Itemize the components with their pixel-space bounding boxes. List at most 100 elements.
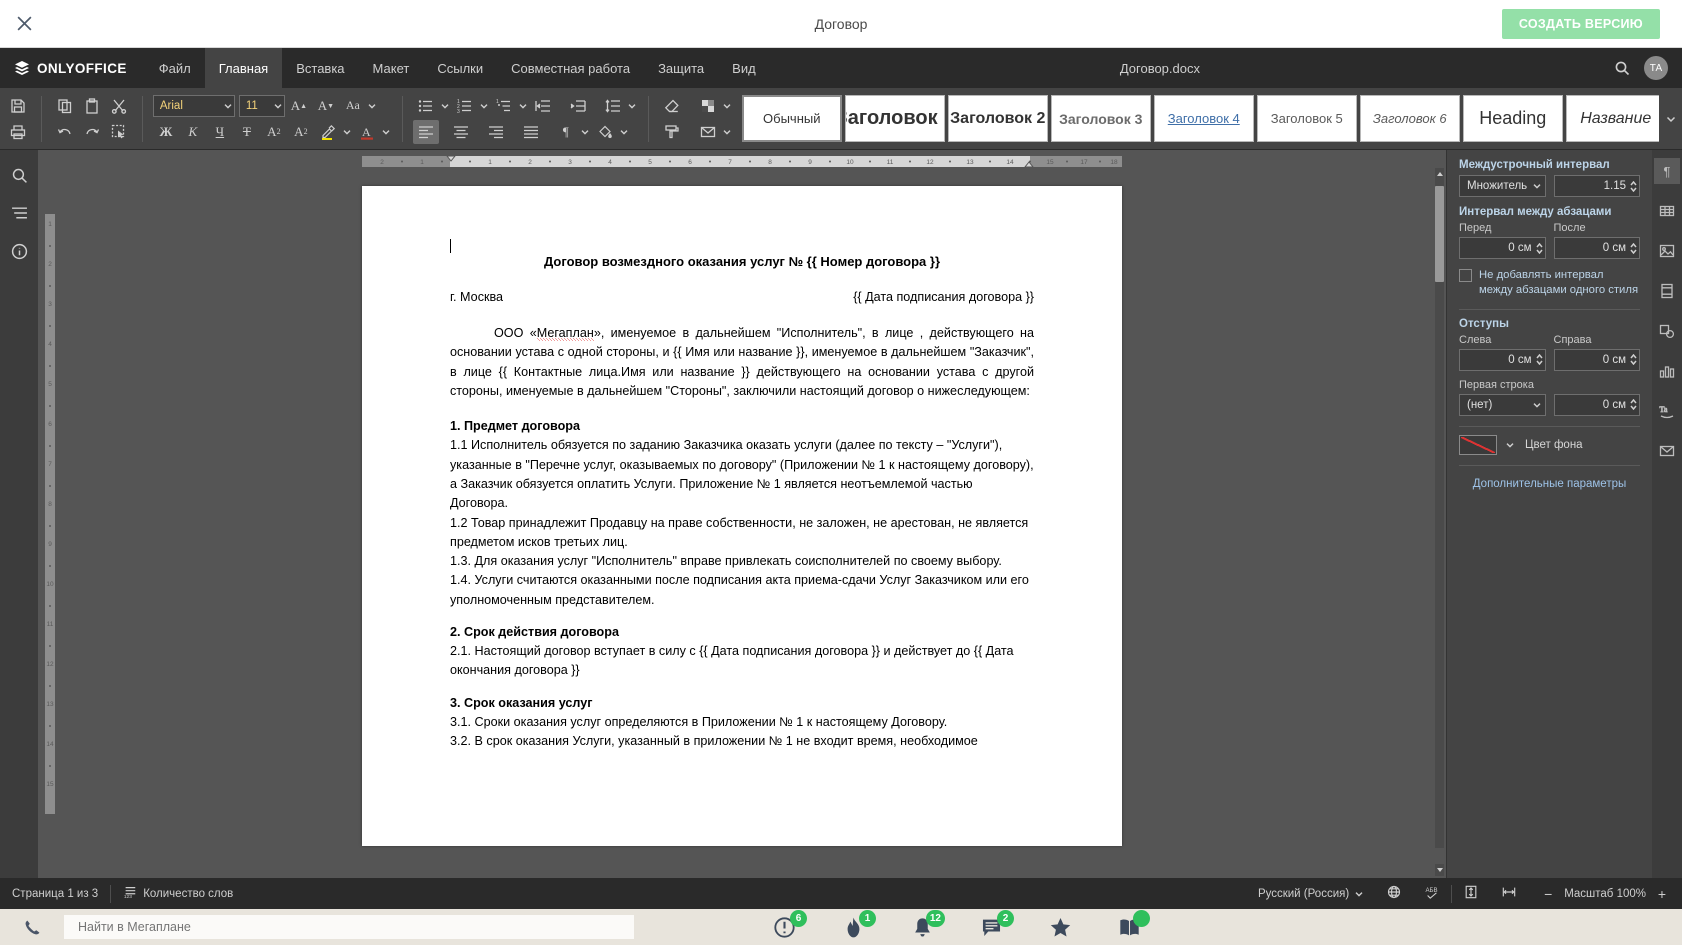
- style-title[interactable]: Название: [1565, 95, 1660, 142]
- line-spacing-button[interactable]: [600, 94, 626, 118]
- first-line-indent-marker[interactable]: [444, 155, 458, 168]
- menu-item-home[interactable]: Главная: [204, 48, 283, 88]
- menu-item-layout[interactable]: Макет: [359, 48, 424, 88]
- clear-formatting-button[interactable]: [659, 94, 685, 118]
- format-painter-button[interactable]: [106, 120, 132, 144]
- tab-paragraph-settings[interactable]: ¶: [1654, 158, 1680, 184]
- show-formatting-marks-button[interactable]: ¶: [553, 120, 579, 144]
- notifications-button[interactable]: 12: [912, 909, 945, 938]
- find-replace-button[interactable]: [6, 162, 32, 188]
- mail-merge-button[interactable]: [695, 120, 721, 144]
- tab-header-footer-settings[interactable]: [1654, 278, 1680, 304]
- shading-color-button[interactable]: [592, 120, 618, 144]
- change-case-button[interactable]: Aa: [340, 94, 366, 118]
- tab-image-settings[interactable]: [1654, 238, 1680, 264]
- scroll-down-button[interactable]: [1435, 864, 1444, 876]
- bullet-list-button[interactable]: [413, 94, 439, 118]
- menu-item-view[interactable]: Вид: [718, 48, 770, 88]
- vertical-ruler[interactable]: 123 456 789 10 11 12 13 14 15: [44, 172, 56, 878]
- favorites-button[interactable]: [1050, 917, 1071, 938]
- alert-button[interactable]: 6: [774, 909, 807, 938]
- increase-font-size-button[interactable]: A ▲: [286, 94, 312, 118]
- style-heading-1[interactable]: Заголовок 1: [844, 95, 945, 142]
- style-gallery-expand-button[interactable]: [1659, 95, 1682, 142]
- cut-button[interactable]: [106, 94, 132, 118]
- avatar[interactable]: ТА: [1644, 56, 1668, 80]
- spacing-before-input[interactable]: 0 см: [1459, 237, 1546, 259]
- spacing-after-input[interactable]: 0 см: [1553, 237, 1640, 259]
- background-color-swatch[interactable]: [1459, 434, 1497, 455]
- knowledge-base-button[interactable]: [1119, 909, 1150, 938]
- print-button[interactable]: [5, 120, 31, 144]
- align-center-button[interactable]: [448, 120, 474, 144]
- mail-merge-caret[interactable]: [722, 120, 733, 144]
- style-heading[interactable]: Heading: [1462, 95, 1563, 142]
- spinner-icon[interactable]: [1535, 242, 1543, 254]
- create-version-button[interactable]: СОЗДАТЬ ВЕРСИЮ: [1501, 9, 1660, 39]
- undo-button[interactable]: [52, 120, 78, 144]
- style-heading-2[interactable]: Заголовок 2: [947, 95, 1048, 142]
- advanced-parameters-link[interactable]: Дополнительные параметры: [1459, 478, 1640, 490]
- spellcheck-button[interactable]: АБВ: [1413, 878, 1451, 909]
- spinner-icon[interactable]: [1630, 242, 1637, 254]
- increase-indent-button[interactable]: [565, 94, 591, 118]
- line-spacing-rule-select[interactable]: Множитель: [1459, 175, 1546, 197]
- no-space-same-style-checkbox[interactable]: [1459, 269, 1472, 282]
- save-button[interactable]: [5, 94, 31, 118]
- megaplan-search-input[interactable]: [64, 915, 634, 939]
- font-color-caret[interactable]: [381, 120, 392, 144]
- shading-color-caret[interactable]: [619, 120, 630, 144]
- multilevel-list-caret[interactable]: [518, 94, 529, 118]
- highlight-color-caret[interactable]: [342, 120, 353, 144]
- align-left-button[interactable]: [412, 119, 439, 144]
- style-heading-5[interactable]: Заголовок 5: [1256, 95, 1357, 142]
- indent-left-input[interactable]: 0 см: [1459, 348, 1546, 371]
- fire-button[interactable]: 1: [843, 909, 876, 938]
- language-selector[interactable]: Русский (Россия): [1246, 878, 1375, 909]
- highlight-color-button[interactable]: [315, 120, 341, 144]
- spinner-icon[interactable]: [1630, 354, 1637, 365]
- paste-button[interactable]: [79, 94, 105, 118]
- menu-item-references[interactable]: Ссылки: [423, 48, 497, 88]
- underline-button[interactable]: Ч: [207, 120, 233, 144]
- markers-button[interactable]: [695, 94, 721, 118]
- markers-caret[interactable]: [722, 94, 733, 118]
- strikethrough-button[interactable]: Т: [234, 120, 260, 144]
- scroll-up-button[interactable]: [1435, 168, 1444, 180]
- menu-item-file[interactable]: Файл: [145, 48, 205, 88]
- subscript-button[interactable]: A2: [288, 120, 314, 144]
- copy-style-button[interactable]: [659, 120, 685, 144]
- document-page[interactable]: Договор возмездного оказания услуг № {{ …: [362, 186, 1122, 846]
- italic-button[interactable]: К: [180, 120, 206, 144]
- menu-item-protection[interactable]: Защита: [644, 48, 718, 88]
- messages-button[interactable]: 2: [981, 909, 1014, 938]
- menu-item-collaboration[interactable]: Совместная работа: [497, 48, 644, 88]
- style-heading-3[interactable]: Заголовок 3: [1050, 95, 1151, 142]
- tab-mail-merge-settings[interactable]: [1654, 438, 1680, 464]
- no-space-same-style-row[interactable]: Не добавлять интервал между абзацами одн…: [1459, 268, 1640, 299]
- style-heading-4[interactable]: Заголовок 4: [1153, 95, 1254, 142]
- about-button[interactable]: [6, 238, 32, 264]
- horizontal-ruler[interactable]: 21 123 456 789 10 11 12 13 14 15 17 18: [38, 150, 1446, 172]
- decrease-font-size-button[interactable]: A ▼: [313, 94, 339, 118]
- spinner-icon[interactable]: [1535, 354, 1543, 365]
- first-line-select[interactable]: (нет): [1459, 393, 1546, 416]
- zoom-level[interactable]: Масштаб 100%: [1564, 888, 1646, 900]
- page-content[interactable]: Договор возмездного оказания услуг № {{ …: [362, 186, 1122, 751]
- zoom-in-button[interactable]: +: [1656, 886, 1668, 902]
- superscript-button[interactable]: A2: [261, 120, 287, 144]
- menu-item-insert[interactable]: Вставка: [282, 48, 358, 88]
- zoom-out-button[interactable]: −: [1542, 886, 1554, 902]
- style-normal[interactable]: Обычный: [741, 95, 842, 142]
- copy-button[interactable]: [52, 94, 78, 118]
- document-scrollbar-thumb[interactable]: [1435, 186, 1444, 282]
- bold-button[interactable]: Ж: [153, 120, 179, 144]
- bullet-list-caret[interactable]: [440, 94, 451, 118]
- numbered-list-button[interactable]: 123: [452, 94, 478, 118]
- phone-button[interactable]: [0, 919, 64, 936]
- tab-shape-settings[interactable]: [1654, 318, 1680, 344]
- line-spacing-value-input[interactable]: 1.15: [1553, 175, 1640, 197]
- word-count-button[interactable]: 123 Количество слов: [111, 878, 245, 909]
- formatting-marks-caret[interactable]: [580, 120, 591, 144]
- align-justify-button[interactable]: [518, 120, 544, 144]
